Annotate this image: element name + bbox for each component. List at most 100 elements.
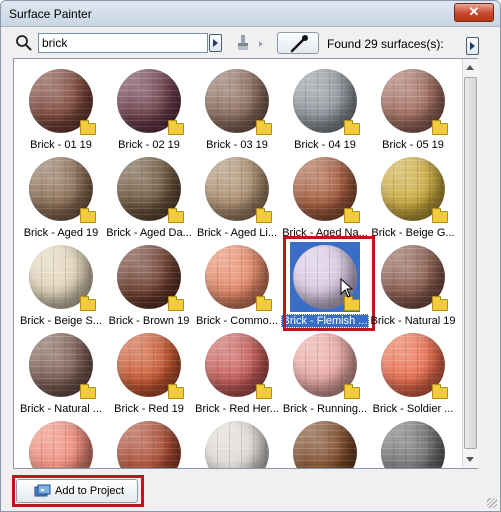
surface-tile[interactable]: Brick - 04 19 [281, 63, 369, 151]
surface-tile[interactable]: Brick - Red 19 [105, 327, 193, 415]
surface-thumbnail[interactable] [114, 330, 184, 400]
surface-thumbnail[interactable] [202, 242, 272, 312]
eyedropper-button[interactable] [277, 32, 319, 54]
search-go-button[interactable] [209, 34, 222, 52]
surface-label: Brick - Brown 19 [108, 315, 190, 327]
add-to-project-button[interactable]: Add to Project [16, 479, 138, 503]
surface-label: Brick - 02 19 [118, 139, 180, 151]
folder-icon [256, 208, 272, 223]
surface-thumbnail[interactable] [290, 66, 360, 136]
surface-tile[interactable]: Brick - Flemish ... [281, 236, 375, 331]
surface-tile[interactable]: Brick - Aged 19 [17, 151, 105, 239]
surface-tile[interactable]: Brick - 01 19 [17, 63, 105, 151]
surface-thumbnail[interactable] [290, 418, 360, 468]
folder-icon [432, 208, 448, 223]
folder-icon [432, 384, 448, 399]
brush-menu-arrow-icon[interactable] [259, 41, 263, 47]
surface-tile[interactable]: Brick - Running... [281, 327, 369, 415]
surface-thumbnail[interactable] [290, 154, 360, 224]
surface-thumbnail[interactable] [202, 330, 272, 400]
surface-thumbnail[interactable] [114, 242, 184, 312]
surface-thumbnail[interactable] [114, 154, 184, 224]
folder-icon [168, 296, 184, 311]
surface-thumbnail[interactable] [378, 66, 448, 136]
surface-thumbnail[interactable] [202, 418, 272, 468]
surface-label: Brick - Aged Li... [196, 227, 278, 239]
surface-tile[interactable]: Brick - Commo... [193, 239, 281, 327]
surface-tile[interactable]: Brick - Aged Li... [193, 151, 281, 239]
surface-tile[interactable]: Brick - Natural ... [17, 327, 105, 415]
surface-thumbnail[interactable] [26, 66, 96, 136]
resize-grip[interactable] [487, 498, 497, 508]
surface-thumbnail[interactable] [26, 418, 96, 468]
surface-label: Brick - Natural 19 [370, 315, 456, 327]
surface-thumbnail[interactable] [202, 66, 272, 136]
surface-thumbnail[interactable] [290, 330, 360, 400]
material-sphere-preview [205, 421, 269, 468]
search-input[interactable] [38, 33, 208, 53]
surface-label: Brick - Commo... [196, 315, 278, 327]
folder-icon [344, 384, 360, 399]
surface-tile[interactable]: Brick - 03 19 [193, 63, 281, 151]
folder-icon [168, 208, 184, 223]
surface-tile[interactable] [369, 415, 457, 468]
surface-tile[interactable]: Brick - 02 19 [105, 63, 193, 151]
folder-icon [80, 296, 96, 311]
surface-tile[interactable]: Brick - Natural 19 [369, 239, 457, 327]
window-title: Surface Painter [9, 7, 92, 21]
surface-tile[interactable] [193, 415, 281, 468]
folder-icon [168, 384, 184, 399]
surface-tile[interactable] [17, 415, 105, 468]
scroll-up-arrow-icon[interactable] [466, 65, 474, 70]
surface-thumbnail[interactable] [378, 418, 448, 468]
surface-thumbnail[interactable] [26, 154, 96, 224]
surface-thumbnail[interactable] [26, 242, 96, 312]
eyedropper-icon [290, 35, 308, 53]
folder-icon [80, 384, 96, 399]
surface-tile[interactable] [105, 415, 193, 468]
scroll-down-arrow-icon[interactable] [466, 457, 474, 462]
paint-brush-icon[interactable] [235, 34, 251, 52]
folder-icon [344, 208, 360, 223]
surface-thumbnail[interactable] [378, 330, 448, 400]
surface-tile[interactable]: Brick - Aged Da... [105, 151, 193, 239]
title-bar: Surface Painter ✕ [1, 1, 500, 27]
options-menu-button[interactable] [466, 37, 479, 55]
folder-icon [432, 120, 448, 135]
surface-thumbnail[interactable] [378, 242, 448, 312]
surface-label: Brick - Beige G... [371, 227, 455, 239]
surface-list-panel[interactable]: Brick - 01 19 Brick - 02 19 Brick - 03 19 B… [13, 58, 478, 469]
folder-icon [432, 296, 448, 311]
surface-tile[interactable]: Brick - Beige G... [369, 151, 457, 239]
surface-tile[interactable]: Brick - Red Her... [193, 327, 281, 415]
add-to-project-label: Add to Project [55, 485, 125, 497]
surface-thumbnail[interactable] [114, 66, 184, 136]
surface-label: Brick - Aged Da... [106, 227, 192, 239]
add-surface-icon [34, 484, 51, 497]
surface-tile[interactable]: Brick - Soldier ... [369, 327, 457, 415]
surface-thumbnail[interactable] [114, 418, 184, 468]
surface-label: Brick - 01 19 [30, 139, 92, 151]
surface-painter-window: Surface Painter ✕ Found 29 surfaces(s): … [0, 0, 501, 512]
surface-thumbnail[interactable] [202, 154, 272, 224]
folder-icon [344, 120, 360, 135]
surface-thumbnail[interactable] [26, 330, 96, 400]
surface-tile[interactable]: Brick - Aged Na... [281, 151, 369, 239]
surface-thumbnail[interactable] [378, 154, 448, 224]
surface-tile[interactable]: Brick - Beige S... [17, 239, 105, 327]
material-sphere-preview [381, 421, 445, 468]
surface-label: Brick - 05 19 [382, 139, 444, 151]
scroll-thumb[interactable] [464, 77, 477, 449]
surface-tile[interactable] [281, 415, 369, 468]
folder-icon [256, 120, 272, 135]
close-button[interactable]: ✕ [454, 3, 494, 22]
search-icon [16, 35, 32, 51]
surface-label: Brick - Red Her... [195, 403, 279, 415]
surface-tile[interactable]: Brick - 05 19 [369, 63, 457, 151]
vertical-scrollbar[interactable] [462, 59, 478, 468]
surface-thumbnail[interactable] [290, 242, 360, 312]
search-toolbar: Found 29 surfaces(s): [1, 29, 500, 57]
found-count-label: Found 29 surfaces(s): [327, 37, 444, 51]
mouse-cursor-icon [340, 278, 354, 298]
surface-tile[interactable]: Brick - Brown 19 [105, 239, 193, 327]
